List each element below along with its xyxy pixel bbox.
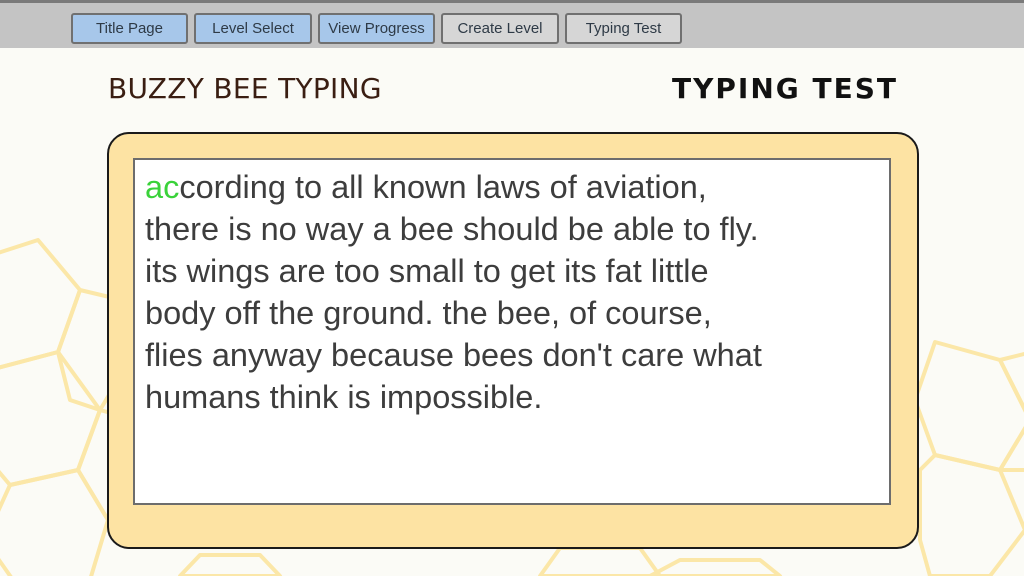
level-select-button[interactable]: Level Select xyxy=(194,13,312,44)
typing-test-screen: Title Page Level Select View Progress Cr… xyxy=(0,0,1024,576)
typing-card: according to all known laws of aviation,… xyxy=(107,132,919,549)
typed-text: ac xyxy=(145,169,180,205)
page-title: TYPING TEST xyxy=(672,72,898,105)
title-page-button[interactable]: Title Page xyxy=(71,13,188,44)
top-nav-bar: Title Page Level Select View Progress Cr… xyxy=(0,0,1024,48)
typing-text-area[interactable]: according to all known laws of aviation,… xyxy=(133,158,891,505)
create-level-button[interactable]: Create Level xyxy=(441,13,559,44)
typing-passage: according to all known laws of aviation,… xyxy=(145,166,879,418)
view-progress-button[interactable]: View Progress xyxy=(318,13,435,44)
app-title: BUZZY BEE TYPING xyxy=(108,72,382,105)
remaining-text: cording to all known laws of aviation, t… xyxy=(145,169,762,415)
typing-test-button[interactable]: Typing Test xyxy=(565,13,682,44)
